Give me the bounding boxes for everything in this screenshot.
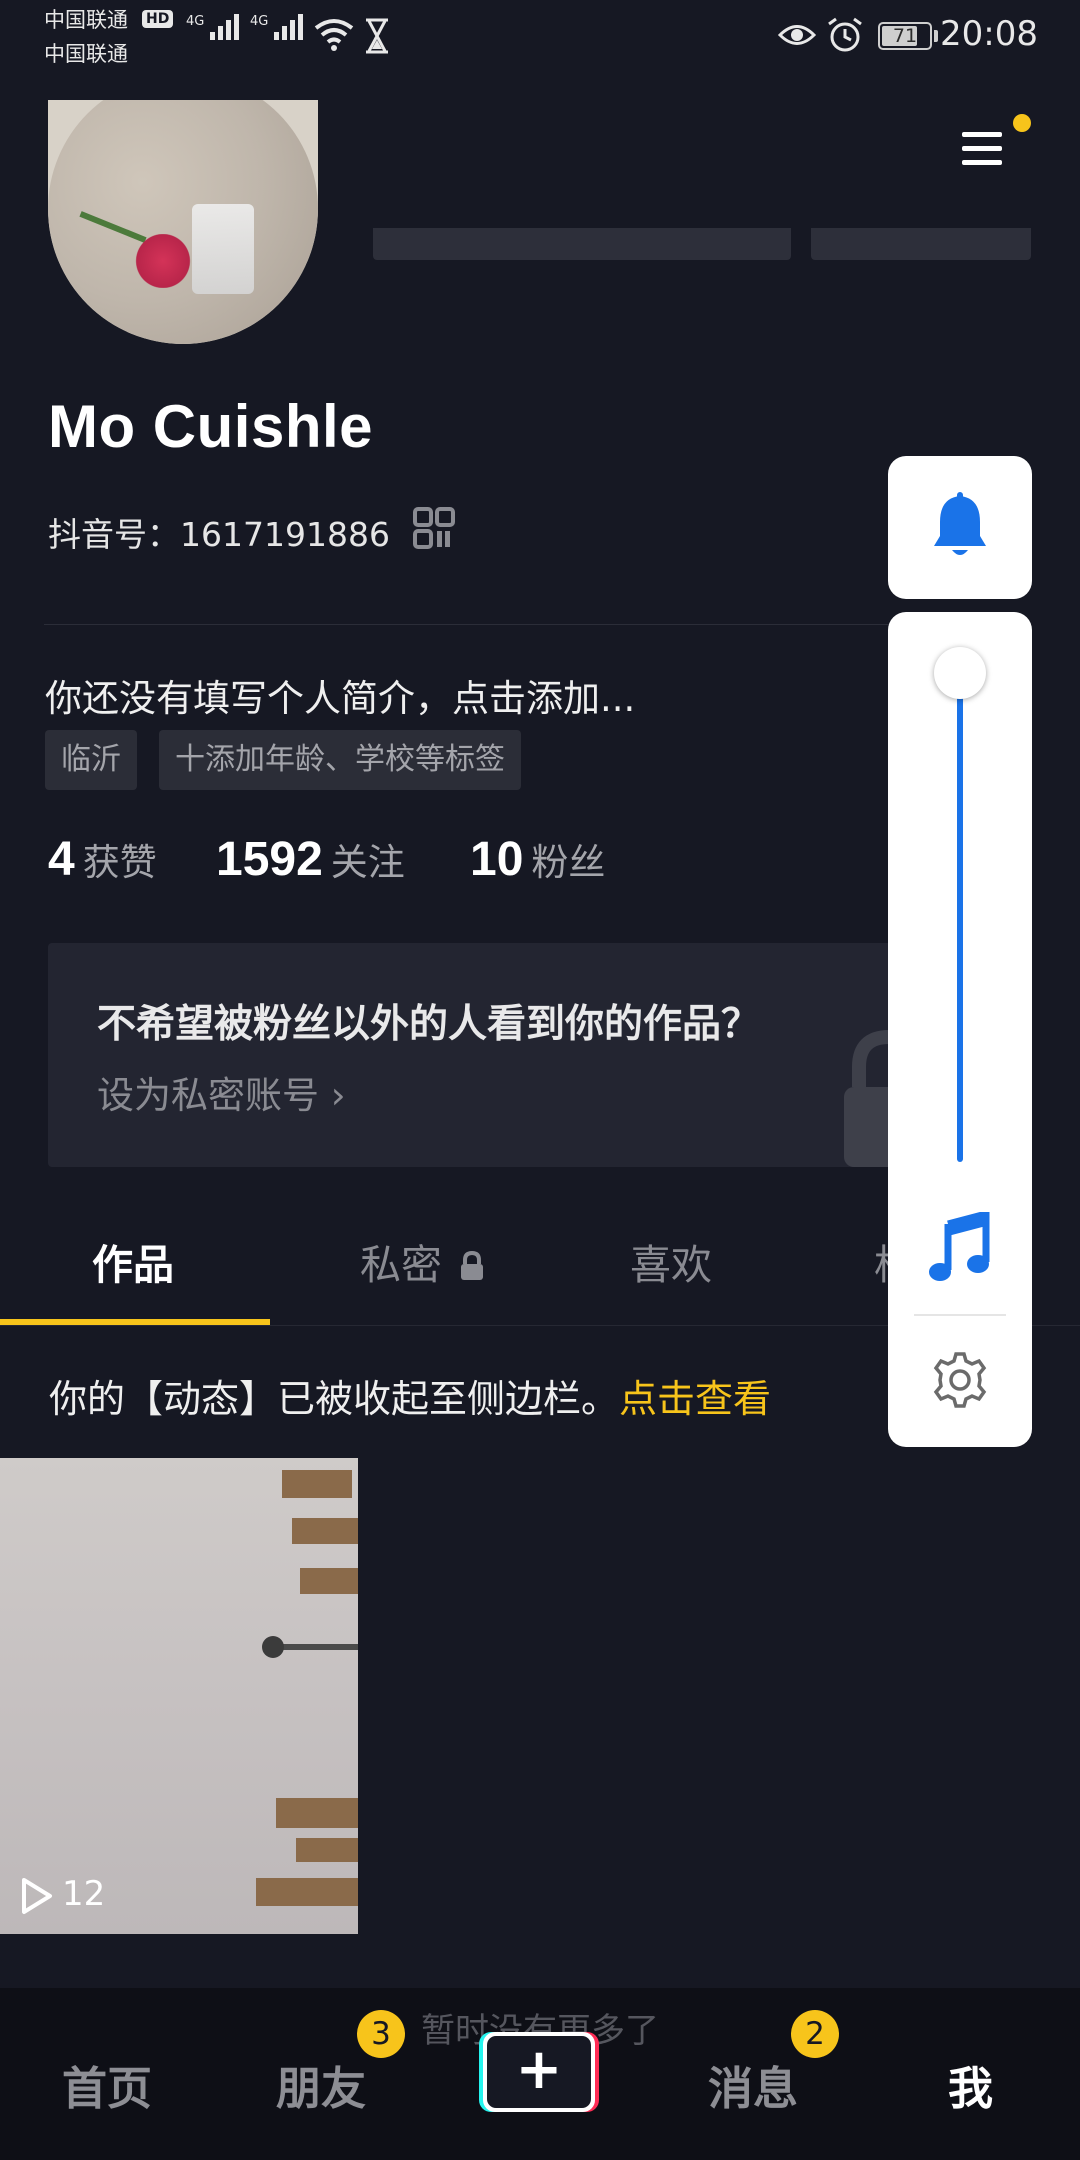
stat-followers-value: 10	[470, 833, 524, 886]
eye-icon	[778, 25, 816, 45]
stat-followers-label: 粉丝	[531, 841, 606, 884]
settings-icon[interactable]	[930, 1350, 990, 1410]
nav-friends[interactable]: 朋友	[276, 2052, 366, 2117]
bio-text[interactable]: 你还没有填写个人简介，点击添加...	[45, 668, 635, 722]
battery-level: 71	[892, 25, 918, 47]
wifi-icon	[314, 19, 354, 51]
tab-private-label: 私密	[360, 1241, 442, 1289]
collapsed-notice: 你的【动态】已被收起至侧边栏。点击查看	[49, 1368, 771, 1423]
volume-slider-track[interactable]	[957, 672, 963, 1162]
hd-badge: HD	[142, 10, 174, 28]
nav-messages[interactable]: 消息	[708, 2052, 798, 2117]
carrier-label-secondary: 中国联通	[44, 42, 128, 66]
stat-following-value: 1592	[216, 833, 323, 886]
carrier-label: 中国联通	[44, 8, 128, 32]
network-type-label-secondary: 4G	[250, 14, 269, 29]
menu-icon	[962, 132, 1002, 137]
menu-button[interactable]	[958, 128, 1010, 172]
location-tag[interactable]: 临沂	[45, 730, 137, 790]
edit-profile-button[interactable]	[373, 228, 791, 260]
nav-home[interactable]: 首页	[62, 2052, 152, 2117]
stat-likes[interactable]: 4 获赞	[48, 832, 157, 887]
alarm-icon	[828, 17, 862, 52]
bell-icon	[934, 492, 986, 555]
nav-me[interactable]: 我	[948, 2052, 993, 2117]
notice-text: 你的【动态】已被收起至侧边栏。	[49, 1377, 620, 1421]
tab-works[interactable]: 作品	[92, 1230, 174, 1326]
avatar[interactable]	[48, 100, 318, 344]
add-friend-button[interactable]	[811, 228, 1031, 260]
chevron-right-icon: ›	[330, 1074, 346, 1117]
clock: 20:08	[940, 14, 1038, 54]
video-thumbnail[interactable]	[0, 1458, 358, 1934]
stat-likes-label: 获赞	[82, 841, 157, 884]
set-private-label: 设为私密账号	[97, 1074, 319, 1117]
play-count: 12	[62, 1874, 106, 1914]
privacy-card-title: 不希望被粉丝以外的人看到你的作品？	[97, 1002, 761, 1047]
stat-following-label: 关注	[330, 841, 405, 884]
create-button[interactable]: +	[479, 2032, 599, 2112]
panel-divider	[914, 1314, 1006, 1316]
privacy-card[interactable]: 不希望被粉丝以外的人看到你的作品？ 设为私密账号 ›	[48, 943, 918, 1167]
douyin-id: 抖音号：1617191886	[48, 515, 390, 554]
network-type-label: 4G	[186, 14, 205, 29]
volume-panel	[888, 612, 1032, 1447]
tab-likes[interactable]: 喜欢	[630, 1230, 712, 1326]
profile-name: Mo Cuishle	[48, 393, 374, 460]
messages-badge: 2	[791, 2010, 839, 2058]
bell-button[interactable]	[888, 456, 1032, 599]
plus-icon: +	[487, 2036, 591, 2108]
volume-slider-handle[interactable]	[934, 647, 986, 699]
qr-code-icon[interactable]	[412, 506, 456, 550]
notification-dot	[1013, 114, 1031, 132]
battery-icon: 71	[878, 22, 932, 50]
signal-icon: 4G	[186, 14, 240, 40]
signal-icon-secondary: 4G	[250, 14, 304, 40]
friends-badge: 3	[357, 2010, 405, 2058]
lock-icon	[461, 1250, 484, 1280]
stat-followers[interactable]: 10 粉丝	[470, 832, 605, 887]
stat-likes-value: 4	[48, 833, 75, 886]
music-note-icon[interactable]	[928, 1212, 992, 1284]
add-tags-button[interactable]: 十添加年龄、学校等标签	[159, 730, 521, 790]
hourglass-icon	[366, 18, 388, 54]
stat-following[interactable]: 1592 关注	[216, 832, 405, 887]
play-icon	[22, 1878, 52, 1914]
view-link[interactable]: 点击查看	[619, 1377, 771, 1421]
set-private-link[interactable]: 设为私密账号 ›	[97, 1065, 346, 1119]
battery-tip	[934, 30, 938, 42]
tab-private[interactable]: 私密	[360, 1230, 485, 1326]
divider	[44, 624, 894, 625]
status-bar: 中国联通 中国联通 HD 4G 4G 71 20:08	[0, 0, 1080, 72]
